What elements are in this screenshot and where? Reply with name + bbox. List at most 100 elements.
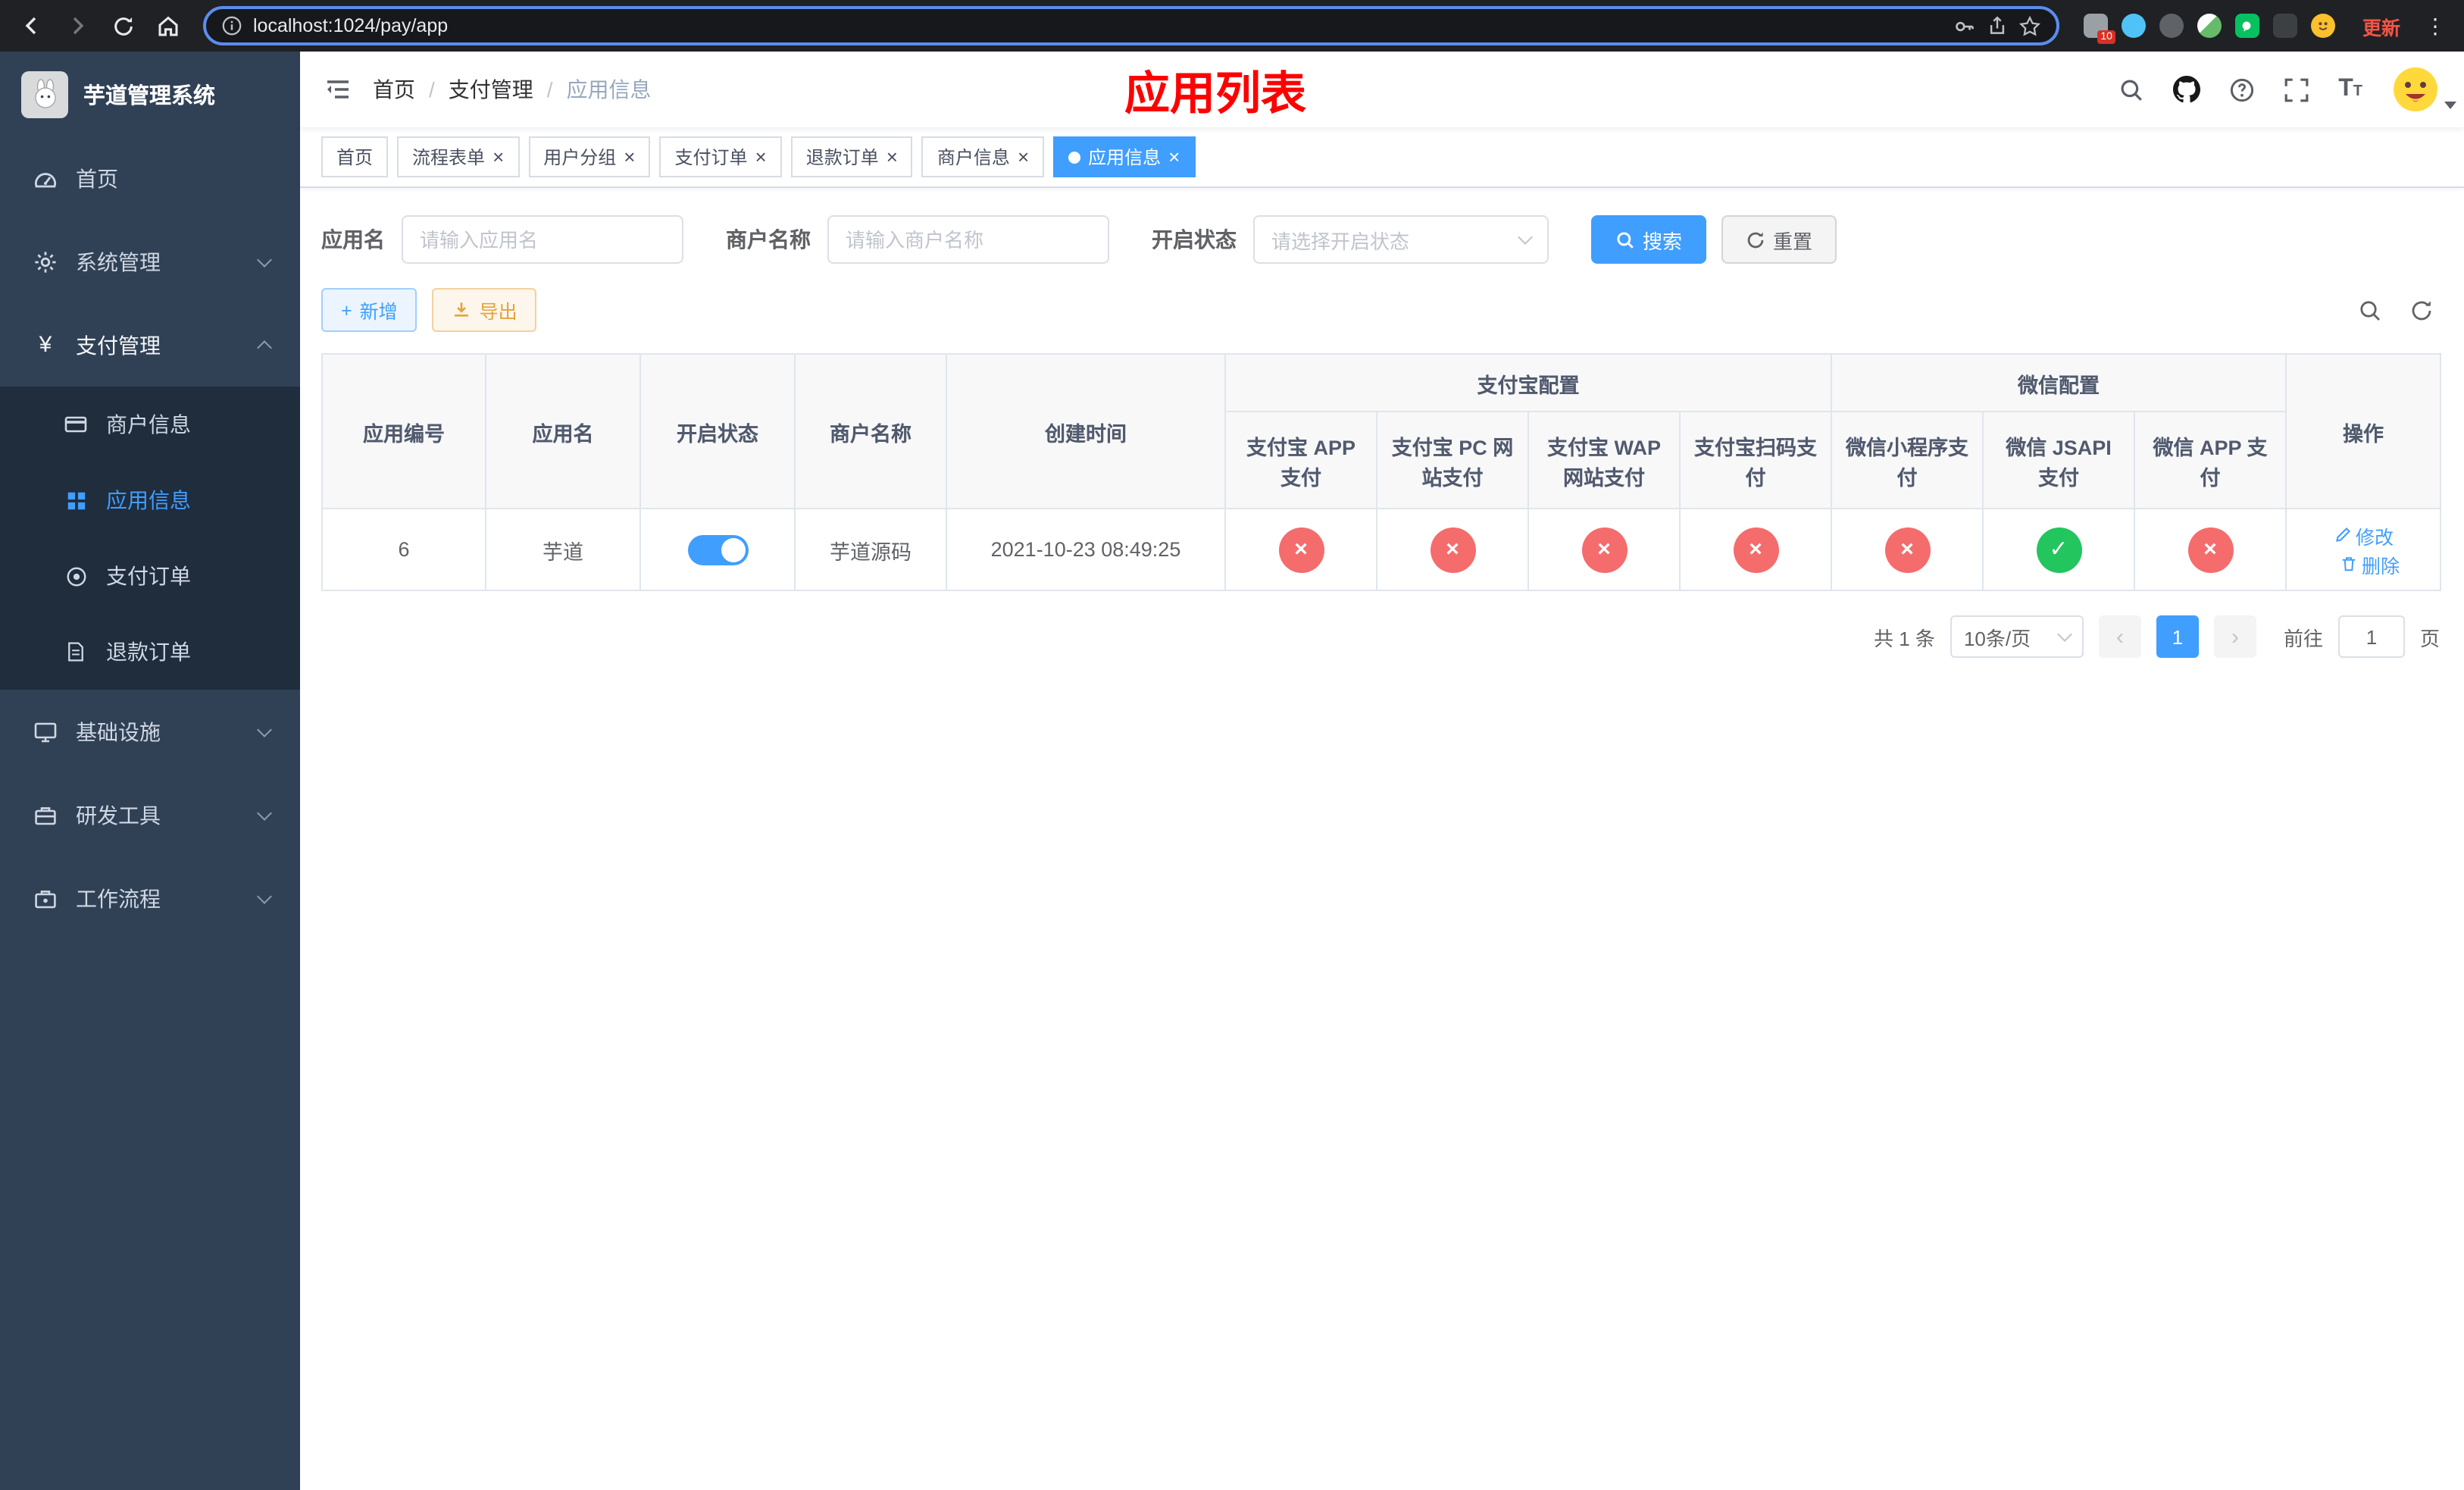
- tab-app-info[interactable]: 应用信息 ×: [1053, 136, 1196, 177]
- goto-page-input[interactable]: [2337, 615, 2405, 658]
- cell-wx-jsapi: ✓: [1982, 508, 2135, 591]
- reset-button-label: 重置: [1773, 230, 1813, 252]
- sidebar-item-refund-orders[interactable]: 退款订单: [0, 614, 300, 690]
- prev-page-button[interactable]: ‹: [2098, 615, 2141, 658]
- extension-icon[interactable]: [2272, 14, 2297, 38]
- tab-home[interactable]: 首页: [321, 136, 389, 177]
- chevron-down-icon: [2444, 102, 2456, 109]
- search-button[interactable]: 搜索: [1591, 215, 1707, 264]
- delete-link[interactable]: 删除: [2339, 549, 2400, 578]
- tab-label: 应用信息: [1088, 147, 1162, 168]
- sidebar-item-payment[interactable]: ¥ 支付管理: [0, 303, 300, 387]
- breadcrumb-payment[interactable]: 支付管理: [449, 74, 533, 105]
- logo-avatar: [21, 70, 68, 117]
- sidebar-item-pay-orders[interactable]: 支付订单: [0, 538, 300, 614]
- table-tools: [2358, 298, 2443, 322]
- grid-icon: [58, 489, 94, 512]
- browser-refresh-icon[interactable]: [103, 6, 142, 45]
- hide-search-icon[interactable]: [2358, 298, 2382, 322]
- goto-label: 前往: [2283, 627, 2323, 650]
- chevron-down-icon: [257, 722, 272, 737]
- sidebar-item-workflow[interactable]: 工作流程: [0, 856, 300, 940]
- sidebar-item-infrastructure[interactable]: 基础设施: [0, 690, 300, 773]
- browser-back-icon[interactable]: [12, 6, 52, 45]
- close-icon[interactable]: ×: [1018, 147, 1029, 167]
- close-icon[interactable]: ×: [755, 147, 767, 167]
- add-button-label: 新增: [359, 302, 398, 323]
- avatar[interactable]: [2391, 65, 2456, 114]
- tab-refund-orders[interactable]: 退款订单 ×: [790, 136, 913, 177]
- navbar-actions: TT: [2118, 65, 2456, 114]
- browser-menu-icon[interactable]: ⋮: [2419, 13, 2452, 39]
- tags-view-bar: 首页 流程表单 × 用户分组 × 支付订单 × 退款订单 × 商户信息 × 应用…: [300, 127, 2464, 188]
- chevron-down-icon: [1518, 230, 1533, 245]
- address-bar[interactable]: localhost:1024/pay/app: [203, 6, 2059, 45]
- fullscreen-icon[interactable]: [2284, 77, 2309, 102]
- font-size-icon[interactable]: TT: [2338, 76, 2362, 103]
- cell-alipay-wap: ×: [1527, 508, 1681, 591]
- chevron-down-icon: [257, 252, 272, 267]
- cell-actions: 修改 删除: [2285, 508, 2442, 591]
- breadcrumb-separator: /: [429, 77, 435, 102]
- status-select[interactable]: 请选择开启状态: [1253, 215, 1549, 264]
- tab-process-form[interactable]: 流程表单 ×: [397, 136, 520, 177]
- extension-icon[interactable]: [2234, 14, 2259, 38]
- filter-form: 应用名 商户名称 开启状态 请选择开启状态 搜索 重置: [321, 215, 2443, 264]
- close-icon[interactable]: ×: [886, 147, 898, 167]
- col-created: 创建时间: [946, 353, 1226, 509]
- extension-icon[interactable]: [2310, 14, 2335, 38]
- sidebar-item-home[interactable]: 首页: [0, 136, 300, 220]
- top-navbar: 首页 / 支付管理 / 应用信息 应用列表 TT: [300, 52, 2464, 127]
- app-name-input[interactable]: [402, 215, 683, 264]
- edit-link-label: 修改: [2356, 527, 2394, 548]
- breadcrumb-home[interactable]: 首页: [373, 74, 415, 105]
- status-toggle[interactable]: [687, 534, 748, 565]
- page-number-button[interactable]: 1: [2156, 615, 2199, 658]
- bookmark-star-icon[interactable]: [2018, 14, 2041, 37]
- help-icon[interactable]: [2229, 77, 2255, 102]
- sidebar-item-merchant-info[interactable]: 商户信息: [0, 387, 300, 462]
- cell-status: [639, 508, 796, 591]
- github-icon[interactable]: [2173, 76, 2201, 103]
- search-icon[interactable]: [2118, 77, 2144, 102]
- browser-forward-icon[interactable]: [58, 6, 97, 45]
- add-button[interactable]: + 新增: [321, 288, 417, 332]
- sidebar-item-app-info[interactable]: 应用信息: [0, 462, 300, 538]
- extension-icon[interactable]: [2159, 14, 2184, 38]
- close-icon[interactable]: ×: [624, 147, 635, 167]
- extension-icon[interactable]: [2197, 14, 2222, 38]
- config-status-icon: ×: [1581, 527, 1627, 572]
- browser-home-icon[interactable]: [149, 6, 188, 45]
- browser-update-button[interactable]: 更新: [2350, 7, 2412, 45]
- close-icon[interactable]: ×: [492, 147, 504, 167]
- sidebar-item-dev-tools[interactable]: 研发工具: [0, 773, 300, 856]
- edit-link[interactable]: 修改: [2333, 521, 2394, 549]
- refresh-icon[interactable]: [2409, 298, 2434, 322]
- extension-icon[interactable]: [2121, 14, 2146, 38]
- site-info-icon[interactable]: [221, 15, 242, 36]
- page-size-select[interactable]: 10条/页: [1950, 615, 2084, 658]
- merchant-name-input[interactable]: [827, 215, 1109, 264]
- tab-merchant-info[interactable]: 商户信息 ×: [921, 136, 1045, 177]
- share-icon[interactable]: [1987, 15, 2008, 36]
- sidebar-item-system[interactable]: 系统管理: [0, 220, 300, 303]
- export-button[interactable]: 导出: [432, 288, 537, 332]
- extension-icon[interactable]: 10: [2083, 14, 2115, 44]
- sidebar-fold-icon[interactable]: [324, 76, 352, 103]
- pagination: 共 1 条 10条/页 ‹ 1 › 前往 页: [321, 615, 2440, 658]
- close-icon[interactable]: ×: [1168, 147, 1180, 167]
- reset-button[interactable]: 重置: [1721, 215, 1837, 264]
- breadcrumb-separator: /: [546, 77, 553, 102]
- status-select-placeholder: 请选择开启状态: [1271, 230, 1410, 252]
- sidebar-item-label: 应用信息: [106, 488, 191, 512]
- tab-pay-orders[interactable]: 支付订单 ×: [659, 136, 782, 177]
- tab-label: 首页: [336, 147, 374, 168]
- search-button-label: 搜索: [1643, 230, 1683, 252]
- col-app-name: 应用名: [485, 353, 641, 509]
- tab-user-group[interactable]: 用户分组 ×: [528, 136, 651, 177]
- cell-alipay-pc: ×: [1376, 508, 1529, 591]
- password-key-icon[interactable]: [1953, 14, 1976, 37]
- sidebar-item-label: 系统管理: [76, 249, 161, 274]
- next-page-button[interactable]: ›: [2213, 615, 2256, 658]
- sidebar-logo[interactable]: 芋道管理系统: [0, 52, 300, 136]
